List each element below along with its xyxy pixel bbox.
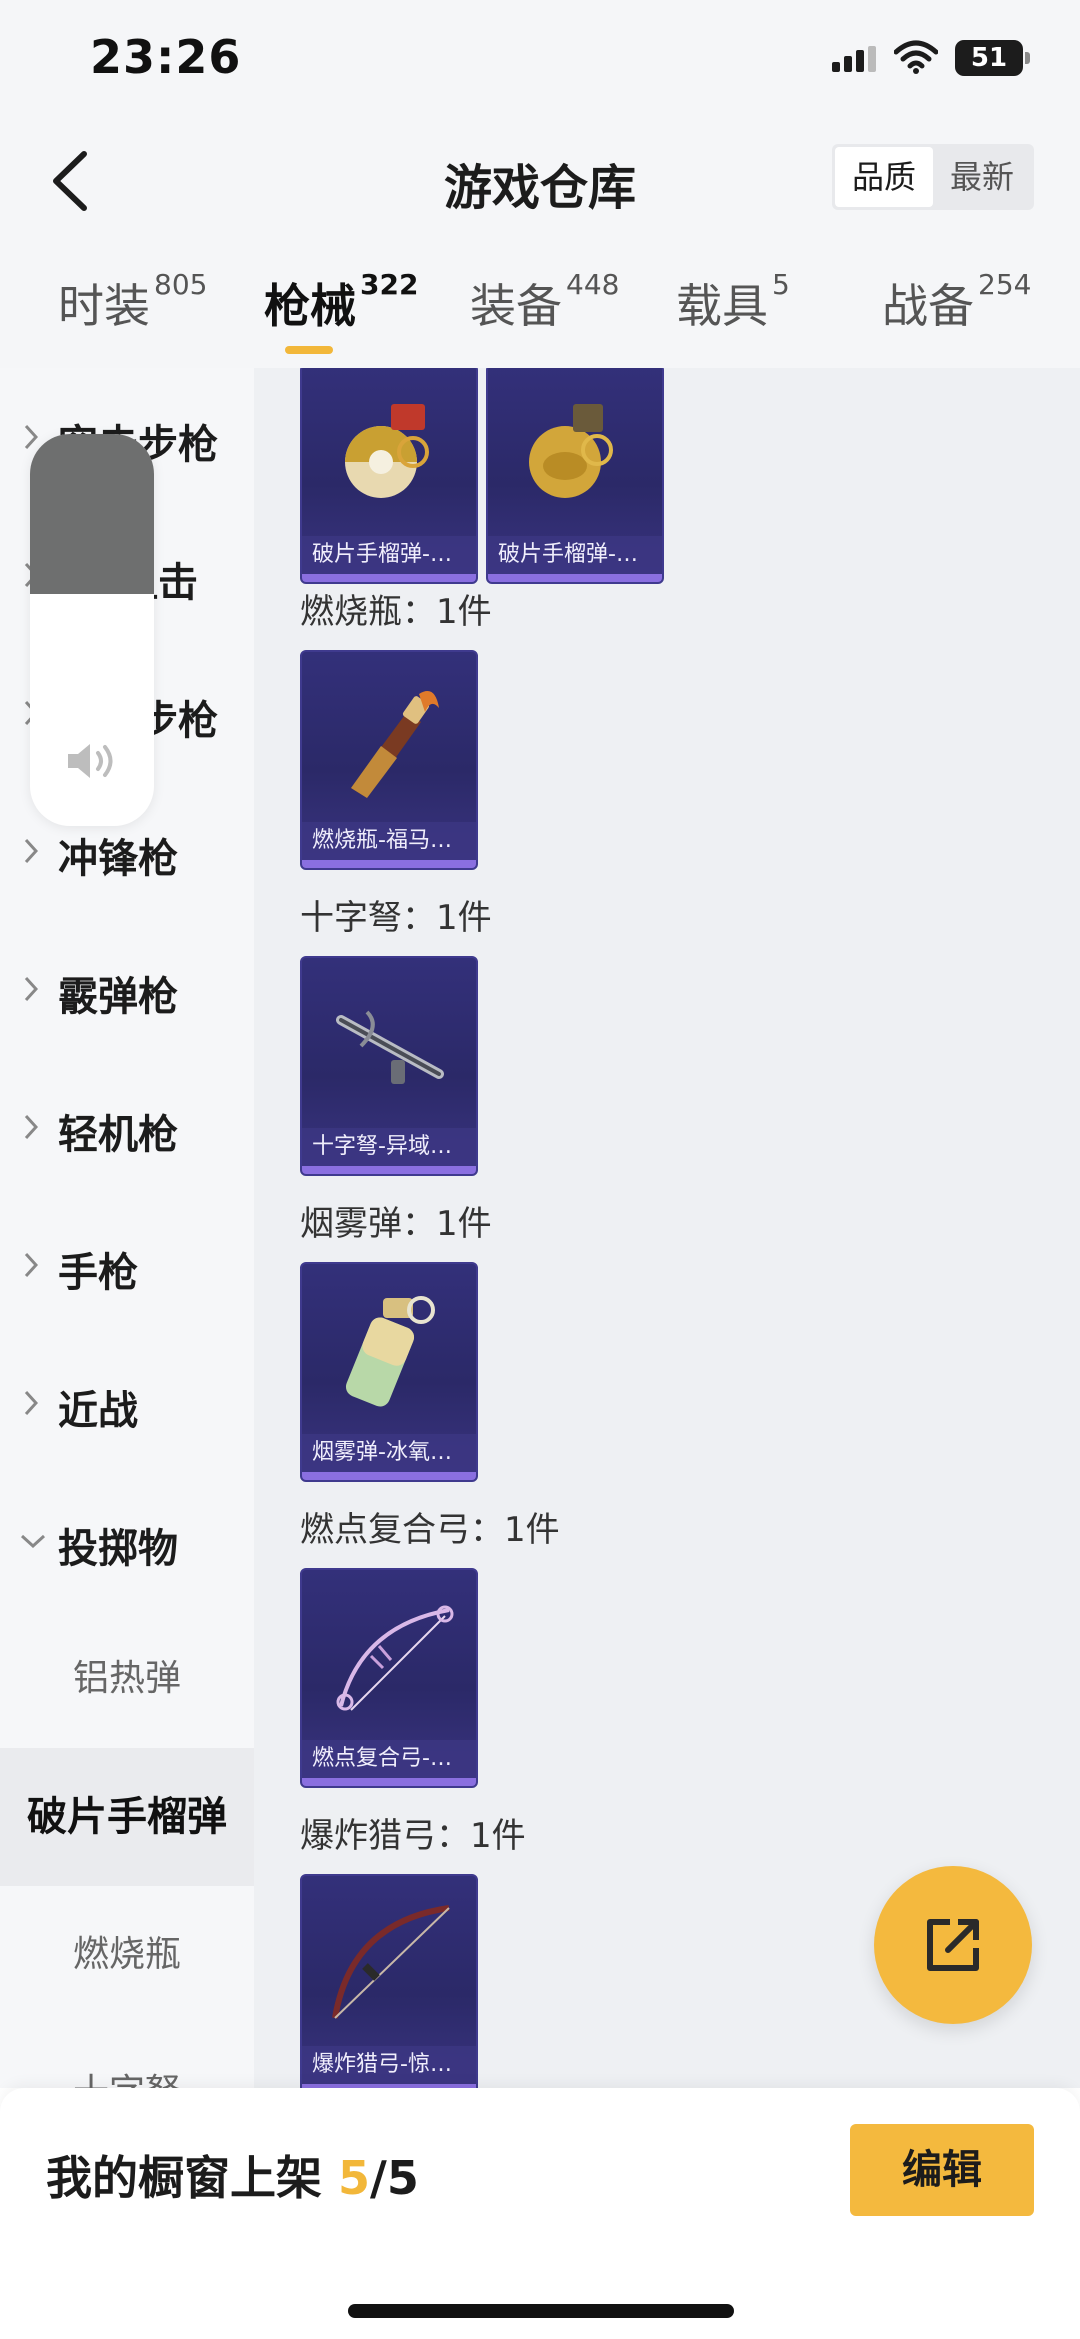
tab-fashion[interactable]: 时装 805: [58, 268, 208, 336]
chevron-right-icon: [24, 1252, 38, 1278]
tab-count: 5: [772, 268, 790, 301]
smoke-grenade-icon: [345, 1296, 435, 1407]
edit-button[interactable]: 编辑: [850, 2124, 1034, 2216]
tab-label: 战备: [882, 279, 974, 333]
sidebar-item-label: 手枪: [58, 1250, 138, 1296]
item-name: 十字弩-异域…: [302, 1128, 476, 1166]
tab-guns[interactable]: 枪械 322: [264, 268, 419, 336]
header: 游戏仓库 品质 最新: [0, 120, 1080, 240]
tab-label: 时装: [58, 279, 150, 333]
tab-count: 448: [566, 268, 620, 301]
tab-count: 805: [154, 268, 208, 301]
sidebar-item-label: 冲锋枪: [58, 836, 178, 882]
tab-label: 装备: [470, 279, 562, 333]
item-card[interactable]: 十字弩-异域…: [300, 956, 478, 1176]
sidebar-subitem-frag-grenade[interactable]: 破片手榴弹: [0, 1748, 254, 1886]
sidebar-subitem-crossbow[interactable]: 十字弩: [0, 2024, 254, 2088]
tab-label: 枪械: [264, 279, 356, 333]
chevron-right-icon: [24, 1390, 38, 1416]
tab-label: 载具: [676, 279, 768, 333]
share-button[interactable]: [874, 1866, 1032, 2024]
active-tab-indicator: [285, 346, 333, 354]
tab-count: 254: [978, 268, 1032, 301]
cellular-signal-icon: [832, 46, 876, 72]
chevron-right-icon: [24, 976, 38, 1002]
volume-hud: [30, 434, 154, 826]
item-name: 燃点复合弓-…: [302, 1740, 476, 1778]
grenade-icon: [529, 404, 613, 498]
sort-by-quality-button[interactable]: 品质: [835, 147, 933, 207]
group-label: 烟雾弹：1件: [300, 1204, 492, 1244]
sidebar-item-pistol[interactable]: 手枪: [0, 1196, 254, 1334]
tab-vehicles[interactable]: 载具 5: [676, 268, 790, 336]
item-list: 破片手榴弹-… 破片手榴弹-… 燃烧瓶：1件 燃烧瓶-福马… 十字弩：1件 十字…: [254, 368, 1080, 2088]
chevron-right-icon: [24, 838, 38, 864]
item-card[interactable]: 燃烧瓶-福马…: [300, 650, 478, 870]
sort-by-newest-button[interactable]: 最新: [933, 147, 1031, 207]
bottom-bar: 我的橱窗上架 5/5 编辑: [0, 2088, 1080, 2339]
grenade-icon: [345, 404, 429, 498]
sidebar-item-shotgun[interactable]: 霰弹枪: [0, 920, 254, 1058]
compound-bow-icon: [336, 1605, 454, 1711]
showcase-count-current: 5: [338, 2151, 371, 2205]
chevron-right-icon: [24, 1114, 38, 1140]
group-label: 燃烧瓶：1件: [300, 592, 492, 632]
item-card[interactable]: 爆炸猎弓-惊…: [300, 1874, 478, 2088]
tab-equipment[interactable]: 装备 448: [470, 268, 620, 336]
sidebar-item-throwables[interactable]: 投掷物: [0, 1472, 254, 1610]
chevron-down-icon: [20, 1534, 46, 1548]
volume-level-fill: [30, 434, 154, 594]
item-name: 烟雾弹-冰氧…: [302, 1434, 476, 1472]
tab-supplies[interactable]: 战备 254: [882, 268, 1032, 336]
item-card[interactable]: 烟雾弹-冰氧…: [300, 1262, 478, 1482]
item-card[interactable]: 破片手榴弹-…: [300, 368, 478, 584]
item-card[interactable]: 破片手榴弹-…: [486, 368, 664, 584]
group-label: 爆炸猎弓：1件: [300, 1816, 526, 1856]
rarity-bar: [302, 1166, 476, 1174]
group-label: 十字弩：1件: [300, 898, 492, 938]
sidebar-subitem-thermite[interactable]: 铝热弹: [0, 1610, 254, 1748]
sidebar-item-label: 投掷物: [58, 1526, 178, 1572]
group-label: 燃点复合弓：1件: [300, 1510, 560, 1550]
rarity-bar: [302, 860, 476, 868]
share-icon: [927, 1919, 979, 1971]
sidebar-item-melee[interactable]: 近战: [0, 1334, 254, 1472]
sidebar-item-label: 霰弹枪: [58, 974, 178, 1020]
battery-level: 51: [970, 43, 1008, 73]
crossbow-icon: [336, 1010, 444, 1084]
showcase-count: 我的橱窗上架 5/5: [46, 2142, 419, 2208]
sidebar-item-label: 近战: [58, 1388, 138, 1434]
item-card[interactable]: 燃点复合弓-…: [300, 1568, 478, 1788]
sidebar-item-lmg[interactable]: 轻机枪: [0, 1058, 254, 1196]
item-name: 破片手榴弹-…: [302, 536, 476, 574]
showcase-label: 我的橱窗上架: [46, 2151, 322, 2205]
speaker-icon: [68, 744, 113, 778]
wifi-icon: [894, 40, 938, 74]
rarity-bar: [488, 574, 662, 582]
sidebar-subitem-molotov[interactable]: 燃烧瓶: [0, 1886, 254, 2024]
item-name: 爆炸猎弓-惊…: [302, 2046, 476, 2084]
sort-toggle: 品质 最新: [832, 144, 1034, 210]
rarity-bar: [302, 1778, 476, 1786]
hunting-bow-icon: [332, 1905, 450, 2019]
home-indicator[interactable]: [348, 2304, 734, 2318]
rarity-bar: [302, 1472, 476, 1480]
status-bar: 23:26 51: [0, 0, 1080, 120]
battery-icon: 51: [955, 40, 1030, 76]
category-tabs: 时装 805 枪械 322 装备 448 载具 5 战备 254: [0, 240, 1080, 368]
rarity-bar: [302, 574, 476, 582]
item-name: 燃烧瓶-福马…: [302, 822, 476, 860]
sidebar-item-label: 轻机枪: [58, 1112, 178, 1158]
molotov-icon: [351, 691, 439, 798]
item-name: 破片手榴弹-…: [488, 536, 662, 574]
status-time: 23:26: [90, 30, 242, 84]
showcase-count-total: /5: [370, 2151, 419, 2205]
tab-count: 322: [360, 268, 419, 301]
